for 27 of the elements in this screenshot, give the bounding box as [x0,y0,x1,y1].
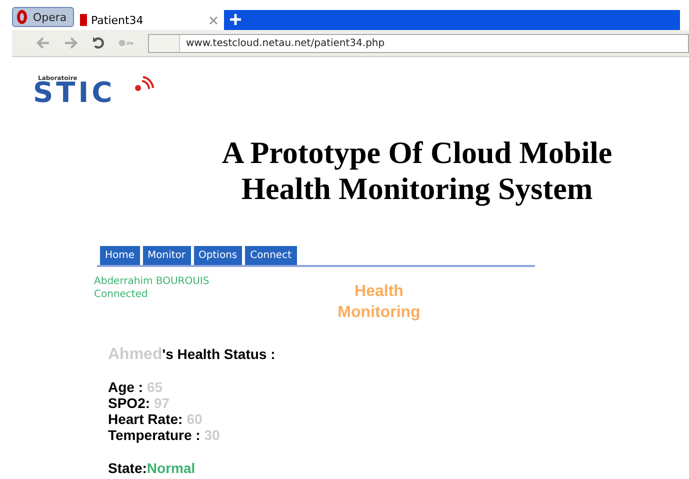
nav-tab[interactable]: Monitor [142,246,191,265]
back-icon[interactable] [36,37,50,49]
status-heading: 's Health Status : [162,346,276,362]
forward-icon[interactable] [64,37,78,49]
key-icon[interactable] [118,39,134,47]
page-icon [80,14,87,26]
nav-tab[interactable]: Connect [245,246,296,265]
user-name: Abderrahim BOUROUIS [94,275,210,288]
reload-icon[interactable] [92,37,104,49]
vital-label: Heart Rate: [108,411,183,427]
vital-label: Age : [108,379,143,395]
browser-tab[interactable]: Patient34 [74,10,224,30]
state-value: Normal [146,460,196,476]
address-field[interactable]: www.testcloud.netau.net/patient34.php [148,34,689,52]
menu-button[interactable]: Opera [12,7,74,27]
nav-tab[interactable]: Options [194,246,242,265]
opera-logo-icon [17,10,27,24]
close-icon[interactable] [209,16,218,24]
new-tab-icon[interactable] [230,14,241,25]
vital-label: Temperature : [108,427,200,443]
nav-tab[interactable]: Home [100,246,140,265]
page-title: A Prototype Of Cloud Mobile Health Monitoring System [220,135,614,207]
vital-label: SPO2: [108,395,150,411]
state-label: State: [108,460,147,476]
connection-status: Connected [94,288,149,301]
tab-title: Patient34 [91,14,144,26]
section-title: Health Monitoring [336,282,422,323]
